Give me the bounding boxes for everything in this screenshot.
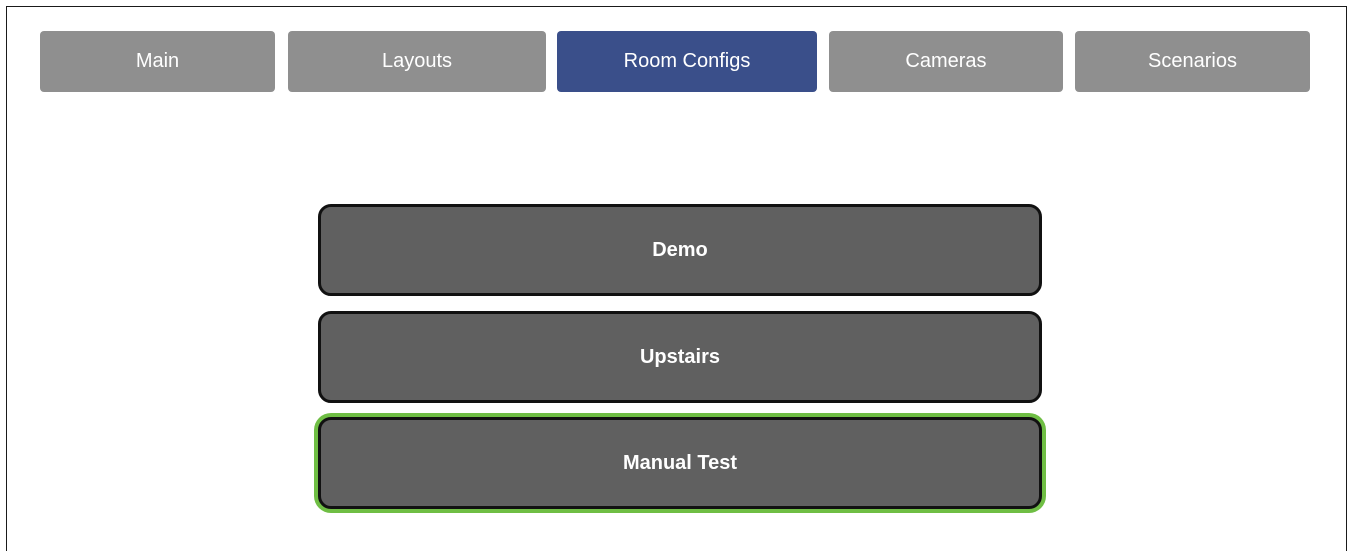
tab-room-configs-label: Room Configs	[623, 50, 751, 72]
tab-scenarios-label: Scenarios	[1148, 50, 1237, 72]
tab-cameras-label: Cameras	[905, 50, 987, 72]
room-config-demo-button[interactable]: Demo	[318, 204, 1042, 296]
tab-main[interactable]: Main	[40, 31, 275, 92]
room-config-upstairs-button[interactable]: Upstairs	[318, 311, 1042, 403]
room-config-manual-test-button[interactable]: Manual Test	[318, 417, 1042, 509]
room-config-manual-test-label: Manual Test	[622, 451, 738, 474]
tab-main-label: Main	[135, 50, 180, 72]
room-config-demo-label: Demo	[652, 238, 708, 261]
tab-cameras[interactable]: Cameras	[829, 31, 1063, 92]
tab-layouts[interactable]: Layouts	[288, 31, 546, 92]
tab-layouts-label: Layouts	[381, 50, 453, 72]
tab-room-configs[interactable]: Room Configs	[557, 31, 817, 92]
room-config-upstairs-label: Upstairs	[639, 345, 721, 368]
tab-scenarios[interactable]: Scenarios	[1075, 31, 1310, 92]
